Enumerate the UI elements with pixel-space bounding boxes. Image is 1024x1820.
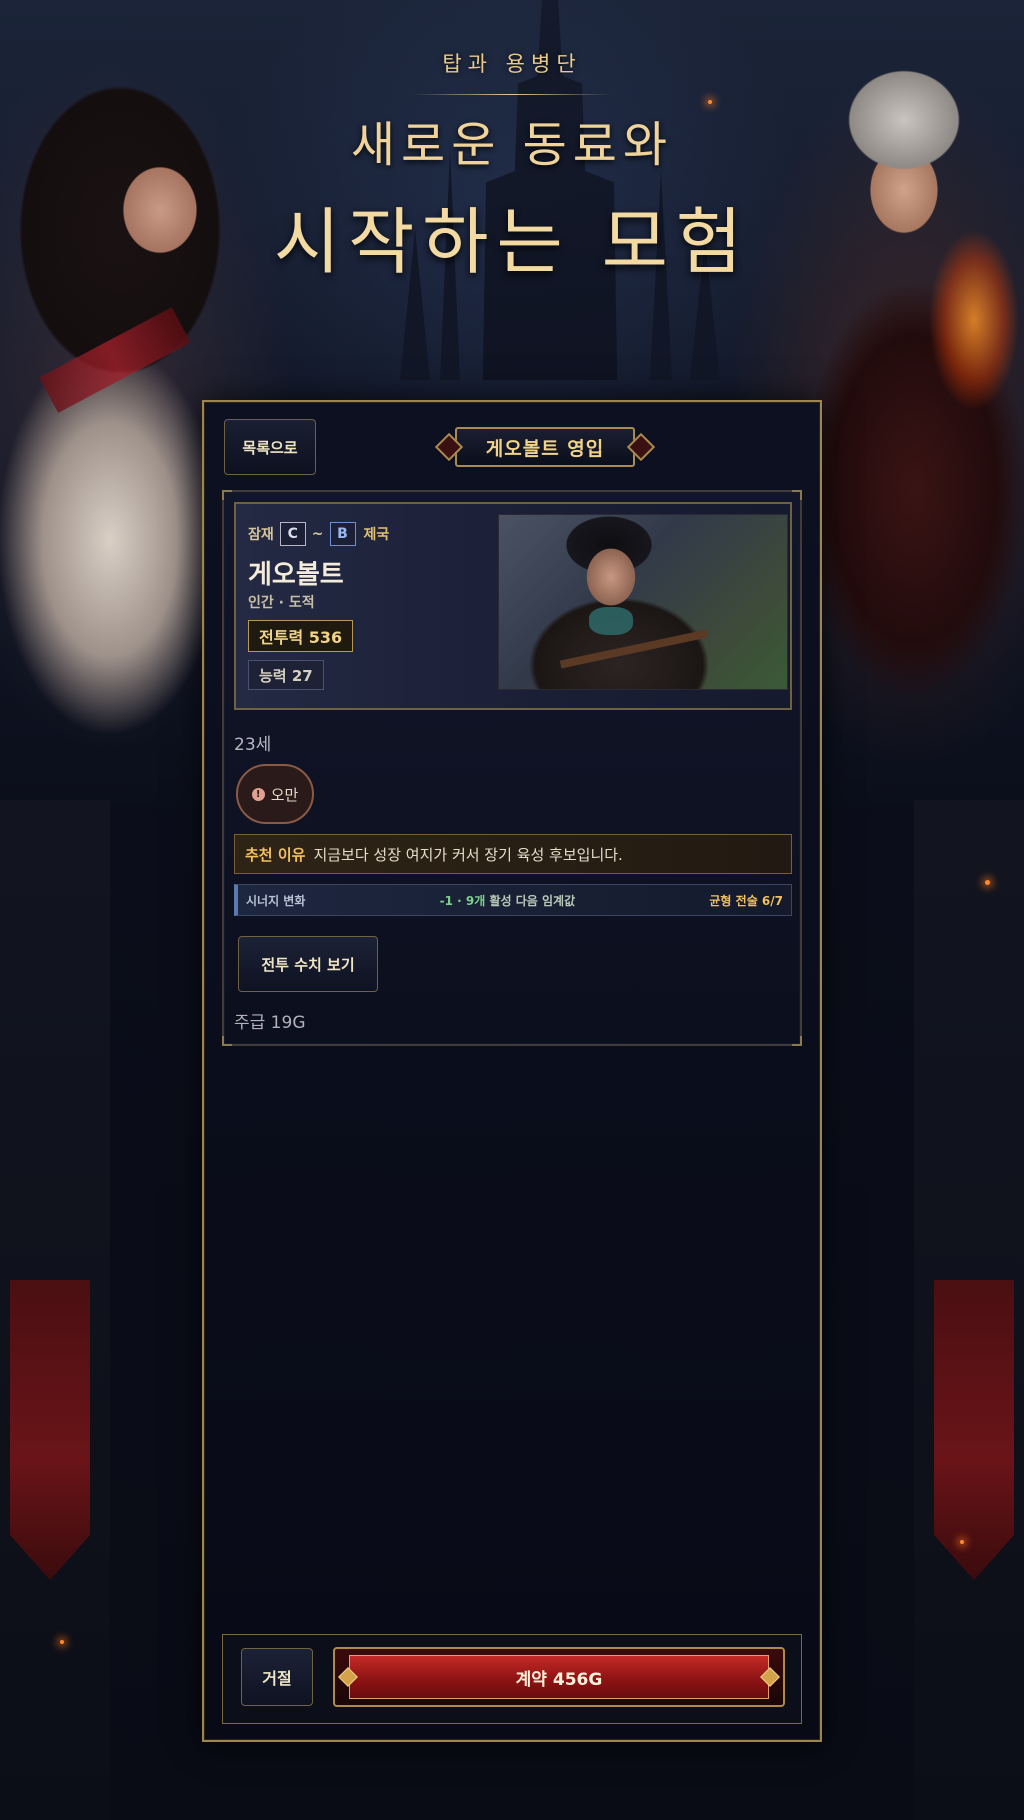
combat-power-badge: 전투력 536: [248, 620, 354, 652]
faction-label: 제국: [363, 527, 390, 543]
trait-label: 오만: [270, 785, 299, 804]
contract-button[interactable]: 계약 456G: [333, 1647, 785, 1707]
ability-badge: 능력 27: [248, 660, 324, 690]
synergy-bar: 시너지 변화 -1 · 9개 활성 다음 임계값 균형 전술 6/7: [234, 884, 792, 916]
title-block: 탑과 용병단 새로운 동료와 시작하는 모험: [0, 48, 1024, 288]
grade-max-badge: B: [329, 522, 356, 546]
banner-left: [10, 1280, 90, 1580]
potential-grade: 잠재 C ~ B 제국: [248, 522, 389, 546]
recruit-panel: 목록으로 게오볼트 영입 잠재 C ~ B 제국 게오볼트 인간 · 도적 전투…: [202, 400, 822, 1742]
ember: [60, 1640, 64, 1644]
synergy-delta: -1 · 9개: [439, 893, 486, 908]
title-divider: [412, 94, 612, 95]
action-footer: 거절 계약 456G: [222, 1634, 802, 1724]
recommend-reason: 추천 이유 지금보다 성장 여지가 커서 장기 육성 후보입니다.: [234, 834, 792, 874]
reason-key: 추천 이유: [245, 845, 306, 864]
panel-title: 게오볼트 영입: [434, 422, 656, 472]
game-subtitle: 탑과 용병단: [442, 52, 582, 76]
grade-min-badge: C: [279, 522, 306, 546]
synergy-detail: 활성 다음 임계값: [489, 893, 576, 908]
back-to-list-button[interactable]: 목록으로: [224, 419, 316, 475]
synergy-change: -1 · 9개 활성 다음 임계값: [440, 892, 575, 909]
contract-button-label: 계약 456G: [349, 1655, 769, 1699]
alert-icon: !: [251, 787, 265, 801]
panel-title-label: 게오볼트 영입: [455, 427, 635, 467]
ember: [985, 880, 990, 885]
grade-label: 잠재: [248, 527, 274, 543]
ember: [960, 1540, 964, 1544]
view-combat-stats-button[interactable]: 전투 수치 보기: [238, 936, 378, 992]
weekly-wage: 주급 19G: [234, 1013, 306, 1033]
grade-separator: ~: [311, 526, 324, 542]
reject-button[interactable]: 거절: [241, 1648, 313, 1706]
trait-chip[interactable]: ! 오만: [236, 764, 314, 824]
mercenary-name: 게오볼트: [248, 560, 344, 590]
mercenary-age: 23세: [234, 735, 272, 755]
mercenary-profile: 잠재 C ~ B 제국 게오볼트 인간 · 도적 전투력 536 능력 27: [234, 502, 792, 710]
mercenary-card: 잠재 C ~ B 제국 게오볼트 인간 · 도적 전투력 536 능력 27 2…: [222, 490, 802, 1046]
synergy-label: 시너지 변화: [246, 893, 306, 908]
title-line-1: 새로운 동료와: [350, 117, 674, 173]
synergy-tactic: 균형 전술 6/7: [709, 893, 783, 908]
reason-text: 지금보다 성장 여지가 커서 장기 육성 후보입니다.: [313, 845, 623, 864]
mercenary-portrait: [498, 514, 788, 690]
race-class: 인간 · 도적: [248, 595, 315, 611]
title-line-2: 시작하는 모험: [273, 200, 751, 284]
banner-right: [934, 1280, 1014, 1580]
